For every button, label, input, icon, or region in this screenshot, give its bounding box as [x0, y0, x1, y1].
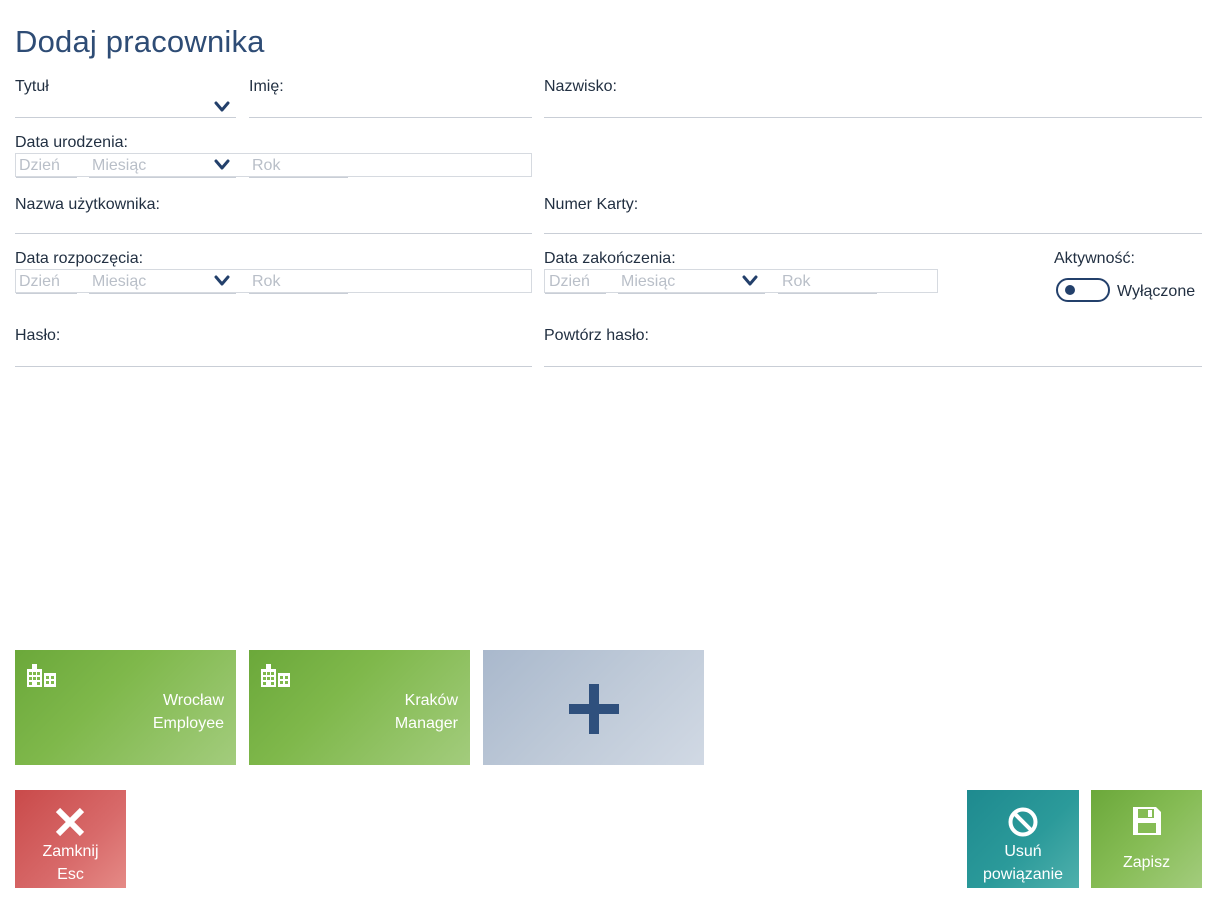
birth-date-field: Dzień Miesiąc Rok: [15, 153, 532, 178]
close-icon: [55, 807, 85, 837]
end-month-underline: [618, 293, 765, 294]
end-date-label: Data zakończenia:: [544, 250, 676, 267]
unlink-label-line2: powiązanie: [982, 866, 1064, 883]
birth-day-underline: [16, 177, 77, 178]
end-day-input[interactable]: Dzień: [549, 273, 590, 291]
repeat-password-underline: [544, 366, 1202, 367]
ban-icon: [1008, 807, 1038, 837]
start-day-input[interactable]: Dzień: [19, 273, 60, 291]
unlink-button-label: Usuń powiązanie: [967, 840, 1079, 886]
birth-month-underline: [89, 177, 236, 178]
end-year-input[interactable]: Rok: [782, 273, 810, 291]
tile-label: Kraków Manager: [395, 689, 458, 735]
repeat-password-label: Powtórz hasło:: [544, 327, 649, 344]
end-date-field: Dzień Miesiąc Rok: [544, 269, 938, 294]
birth-year-input[interactable]: Rok: [252, 157, 280, 175]
start-day-underline: [16, 293, 77, 294]
plus-icon: [569, 684, 619, 734]
repeat-password-input[interactable]: [544, 345, 1202, 367]
start-year-underline: [249, 293, 348, 294]
unlink-button[interactable]: Usuń powiązanie: [967, 790, 1079, 888]
building-icon: [261, 664, 290, 687]
tile-label: Wrocław Employee: [153, 689, 224, 735]
password-label: Hasło:: [15, 327, 61, 344]
activity-label: Aktywność:: [1054, 250, 1135, 267]
title-select[interactable]: [15, 96, 236, 118]
title-label: Tytuł: [15, 78, 49, 95]
username-input[interactable]: [15, 212, 532, 234]
building-icon: [27, 664, 56, 687]
save-icon: [1133, 807, 1161, 835]
toggle-knob: [1065, 285, 1075, 295]
birth-day-input[interactable]: Dzień: [19, 157, 60, 175]
start-date-label: Data rozpoczęcia:: [15, 250, 144, 267]
username-underline: [15, 233, 532, 234]
chevron-down-icon: [214, 275, 230, 286]
birth-date-label: Data urodzenia:: [15, 134, 128, 151]
end-year-underline: [778, 293, 877, 294]
chevron-down-icon: [742, 275, 758, 286]
card-number-underline: [544, 233, 1202, 234]
page-title: Dodaj pracownika: [15, 24, 265, 59]
password-input[interactable]: [15, 345, 532, 367]
birth-month-select[interactable]: Miesiąc: [92, 157, 146, 175]
birth-year-underline: [249, 177, 348, 178]
tile-krakow-manager[interactable]: Kraków Manager: [249, 650, 470, 765]
start-month-select[interactable]: Miesiąc: [92, 273, 146, 291]
add-tile-button[interactable]: [483, 650, 704, 765]
last-name-label: Nazwisko:: [544, 78, 617, 95]
close-button-label: Zamknij Esc: [15, 840, 126, 886]
chevron-down-icon: [214, 101, 230, 112]
first-name-label: Imię:: [249, 78, 284, 95]
start-year-input[interactable]: Rok: [252, 273, 280, 291]
last-name-underline: [544, 117, 1202, 118]
tile-label-line1: Kraków: [404, 692, 458, 709]
close-button[interactable]: Zamknij Esc: [15, 790, 126, 888]
first-name-input[interactable]: [249, 96, 532, 118]
card-number-input[interactable]: [544, 212, 1202, 234]
save-button-label: Zapisz: [1122, 854, 1171, 871]
last-name-input[interactable]: [544, 96, 1202, 118]
first-name-underline: [249, 117, 532, 118]
tile-label-line1: Wrocław: [162, 692, 224, 709]
end-day-underline: [545, 293, 606, 294]
save-button[interactable]: Zapisz: [1091, 790, 1202, 888]
password-underline: [15, 366, 532, 367]
tile-label-line2: Manager: [394, 715, 458, 732]
start-date-field: Dzień Miesiąc Rok: [15, 269, 532, 294]
close-label-line2: Esc: [57, 866, 84, 883]
tile-wroclaw-employee[interactable]: Wrocław Employee: [15, 650, 236, 765]
title-underline: [15, 117, 236, 118]
close-label-line1: Zamknij: [42, 843, 99, 860]
unlink-label-line1: Usuń: [1004, 843, 1042, 860]
activity-state-label: Wyłączone: [1117, 283, 1196, 300]
tile-label-line2: Employee: [152, 715, 224, 732]
activity-toggle[interactable]: [1056, 278, 1110, 302]
chevron-down-icon: [214, 159, 230, 170]
start-month-underline: [89, 293, 236, 294]
end-month-select[interactable]: Miesiąc: [621, 273, 675, 291]
